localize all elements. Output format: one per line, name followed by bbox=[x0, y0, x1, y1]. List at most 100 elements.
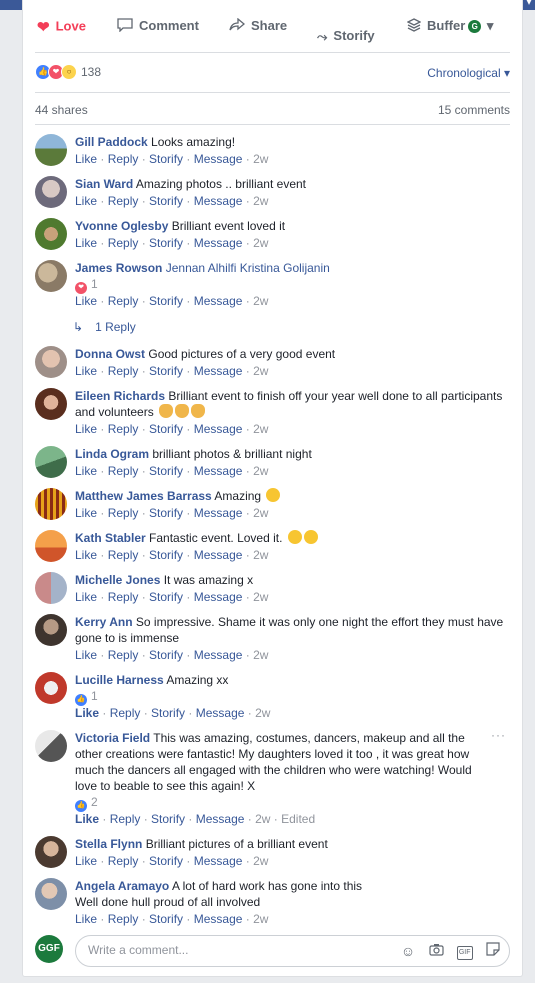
reply-link[interactable]: Reply bbox=[108, 152, 139, 166]
like-link[interactable]: Like bbox=[75, 422, 97, 436]
reply-link[interactable]: Reply bbox=[108, 590, 139, 604]
comment-time[interactable]: 2w bbox=[253, 364, 268, 378]
comment-sort-dropdown[interactable]: Chronological ▾ bbox=[427, 66, 510, 80]
commenter-name[interactable]: Victoria Field bbox=[75, 731, 150, 745]
comment-time[interactable]: 2w bbox=[253, 548, 268, 562]
message-link[interactable]: Message bbox=[194, 294, 243, 308]
storify-link[interactable]: Storify bbox=[149, 590, 183, 604]
message-link[interactable]: Message bbox=[194, 364, 243, 378]
reaction-icons[interactable]: 👍 ❤ ○ 138 bbox=[35, 64, 101, 80]
comment-time[interactable]: 2w bbox=[253, 294, 268, 308]
edited-label[interactable]: Edited bbox=[281, 812, 315, 826]
like-link[interactable]: Like bbox=[75, 706, 99, 720]
reply-link[interactable]: Reply bbox=[108, 548, 139, 562]
storify-link[interactable]: Storify bbox=[149, 194, 183, 208]
reply-link[interactable]: Reply bbox=[108, 648, 139, 662]
commenter-name[interactable]: Donna Owst bbox=[75, 347, 145, 361]
reply-link[interactable]: Reply bbox=[110, 812, 141, 826]
reply-link[interactable]: Reply bbox=[108, 236, 139, 250]
reply-link[interactable]: Reply bbox=[108, 364, 139, 378]
comment-time[interactable]: 2w bbox=[255, 706, 270, 720]
reply-link[interactable]: Reply bbox=[108, 506, 139, 520]
message-link[interactable]: Message bbox=[194, 590, 243, 604]
comment-time[interactable]: 2w bbox=[253, 194, 268, 208]
reply-link[interactable]: Reply bbox=[108, 912, 139, 926]
commenter-name[interactable]: James Rowson bbox=[75, 261, 162, 275]
avatar[interactable] bbox=[35, 134, 67, 166]
avatar[interactable] bbox=[35, 836, 67, 868]
camera-icon[interactable] bbox=[428, 943, 444, 959]
comment-options-icon[interactable]: ··· bbox=[491, 728, 506, 742]
like-link[interactable]: Like bbox=[75, 294, 97, 308]
commenter-name[interactable]: Kerry Ann bbox=[75, 615, 133, 629]
storify-link[interactable]: Storify bbox=[149, 854, 183, 868]
commenter-name[interactable]: Stella Flynn bbox=[75, 837, 142, 851]
comment-time[interactable]: 2w bbox=[253, 648, 268, 662]
like-link[interactable]: Like bbox=[75, 912, 97, 926]
gif-icon[interactable]: GIF bbox=[456, 946, 473, 960]
comment-time[interactable]: 2w bbox=[253, 854, 268, 868]
message-link[interactable]: Message bbox=[194, 422, 243, 436]
tagged-names[interactable]: Jennan Alhilfi Kristina Golijanin bbox=[166, 261, 330, 275]
storify-link[interactable]: Storify bbox=[149, 364, 183, 378]
avatar[interactable] bbox=[35, 260, 67, 292]
reply-link[interactable]: Reply bbox=[108, 854, 139, 868]
comment-reactions[interactable]: ❤ 1 bbox=[75, 276, 506, 294]
storify-link[interactable]: Storify bbox=[149, 236, 183, 250]
storify-link[interactable]: Storify bbox=[149, 294, 183, 308]
message-link[interactable]: Message bbox=[194, 506, 243, 520]
like-link[interactable]: Like bbox=[75, 548, 97, 562]
commenter-name[interactable]: Gill Paddock bbox=[75, 135, 148, 149]
comment-input[interactable] bbox=[86, 942, 390, 958]
storify-link[interactable]: Storify bbox=[149, 912, 183, 926]
comment-time[interactable]: 2w bbox=[253, 506, 268, 520]
message-link[interactable]: Message bbox=[194, 152, 243, 166]
avatar[interactable] bbox=[35, 572, 67, 604]
commenter-name[interactable]: Eileen Richards bbox=[75, 389, 165, 403]
reply-link[interactable]: Reply bbox=[108, 294, 139, 308]
reply-link[interactable]: Reply bbox=[108, 422, 139, 436]
message-link[interactable]: Message bbox=[196, 812, 245, 826]
storify-link[interactable]: Storify bbox=[151, 812, 185, 826]
reply-link[interactable]: Reply bbox=[110, 706, 141, 720]
comment-reactions[interactable]: 👍 1 bbox=[75, 688, 506, 706]
commenter-name[interactable]: Kath Stabler bbox=[75, 531, 146, 545]
comment-time[interactable]: 2w bbox=[253, 422, 268, 436]
emoji-icon[interactable]: ☺ bbox=[400, 943, 416, 959]
comment-reactions[interactable]: 👍 2 bbox=[75, 794, 506, 812]
like-link[interactable]: Like bbox=[75, 364, 97, 378]
commenter-name[interactable]: Yvonne Oglesby bbox=[75, 219, 168, 233]
message-link[interactable]: Message bbox=[194, 464, 243, 478]
avatar[interactable] bbox=[35, 176, 67, 208]
avatar[interactable] bbox=[35, 218, 67, 250]
view-replies-link[interactable]: ↳ 1 Reply bbox=[73, 320, 136, 334]
commenter-name[interactable]: Michelle Jones bbox=[75, 573, 160, 587]
storify-link[interactable]: Storify bbox=[149, 422, 183, 436]
comment-input-box[interactable]: ☺ GIF bbox=[75, 935, 510, 967]
storify-link[interactable]: Storify bbox=[149, 548, 183, 562]
shares-count[interactable]: 44 shares bbox=[35, 103, 88, 117]
storify-link[interactable]: Storify bbox=[149, 464, 183, 478]
reply-link[interactable]: Reply bbox=[108, 464, 139, 478]
avatar[interactable] bbox=[35, 446, 67, 478]
like-link[interactable]: Like bbox=[75, 464, 97, 478]
avatar[interactable] bbox=[35, 730, 67, 762]
message-link[interactable]: Message bbox=[196, 706, 245, 720]
reaction-count[interactable]: 138 bbox=[81, 65, 101, 79]
like-link[interactable]: Like bbox=[75, 812, 99, 826]
reply-link[interactable]: Reply bbox=[108, 194, 139, 208]
message-link[interactable]: Message bbox=[194, 854, 243, 868]
chevron-down-icon[interactable]: ▾ bbox=[487, 18, 494, 33]
page-avatar[interactable]: GGF bbox=[35, 935, 63, 963]
comment-time[interactable]: 2w bbox=[253, 152, 268, 166]
avatar[interactable] bbox=[35, 878, 67, 910]
message-link[interactable]: Message bbox=[194, 236, 243, 250]
message-link[interactable]: Message bbox=[194, 912, 243, 926]
like-link[interactable]: Like bbox=[75, 194, 97, 208]
avatar[interactable] bbox=[35, 672, 67, 704]
commenter-name[interactable]: Sian Ward bbox=[75, 177, 133, 191]
like-link[interactable]: Like bbox=[75, 854, 97, 868]
share-button[interactable]: Share bbox=[229, 17, 287, 35]
storify-link[interactable]: Storify bbox=[151, 706, 185, 720]
like-link[interactable]: Like bbox=[75, 648, 97, 662]
